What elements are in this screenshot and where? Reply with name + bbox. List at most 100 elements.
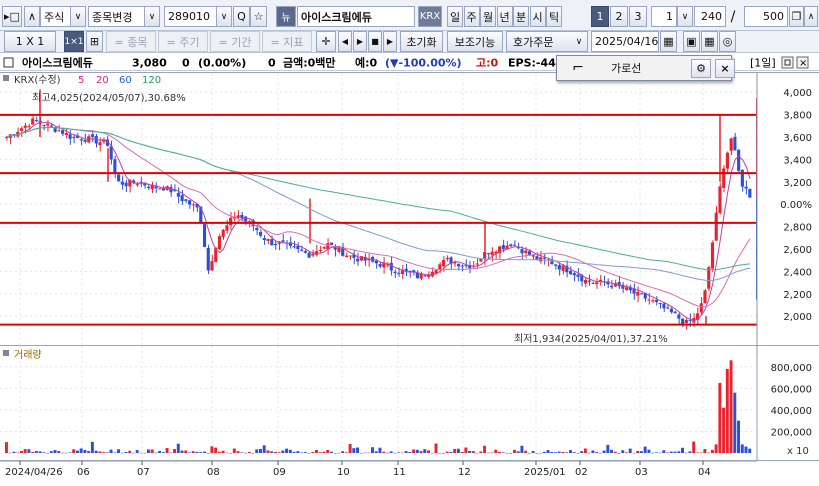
settings-icon[interactable]: ▦ bbox=[701, 31, 718, 52]
candle-body bbox=[714, 212, 718, 241]
candle-body bbox=[307, 252, 311, 258]
candle-body bbox=[441, 260, 446, 267]
period-tab[interactable]: 년 bbox=[496, 6, 513, 27]
max-count-input[interactable]: 500 bbox=[744, 6, 788, 27]
date-value: 2025/04/16 bbox=[595, 35, 659, 48]
candle-body bbox=[460, 265, 464, 267]
news-button[interactable]: 뉴 bbox=[276, 6, 296, 27]
price-panel[interactable]: 3,7983,2782,8331,9253,080 4,0003,8003,60… bbox=[0, 72, 819, 345]
volume-bar bbox=[606, 444, 610, 453]
unit-button[interactable]: 1 bbox=[591, 6, 609, 27]
prev-icon[interactable]: ◀ bbox=[338, 31, 352, 52]
window-icon[interactable]: ❐ bbox=[789, 6, 804, 27]
checkbox[interactable] bbox=[3, 57, 14, 68]
search-icon[interactable]: Q bbox=[233, 6, 250, 27]
next-icon[interactable]: ▶ bbox=[383, 31, 397, 52]
volume-bar bbox=[371, 447, 374, 453]
legend-toggle[interactable] bbox=[3, 75, 9, 81]
legend-ma-20: 20 bbox=[96, 75, 109, 86]
period-tab[interactable]: 주 bbox=[463, 6, 480, 27]
yesterday-pct: (▼-100.00%) bbox=[385, 57, 462, 70]
chevron-down-icon[interactable]: ∨ bbox=[70, 6, 86, 27]
volume-chart[interactable]: 800,000 600,000 400,000 200,000 거래량 x 10 bbox=[0, 346, 819, 461]
date-input[interactable]: 2025/04/16 bbox=[591, 31, 659, 52]
unit-button[interactable]: 3 bbox=[629, 6, 647, 27]
candle-body bbox=[733, 136, 737, 151]
calendar-icon[interactable]: ▦ bbox=[660, 31, 677, 52]
stop-icon-label: ■ bbox=[371, 37, 379, 46]
y-tick-label: 3,600 bbox=[783, 133, 812, 144]
period-tab-label: 일 bbox=[449, 10, 461, 24]
market-badge[interactable]: KRX bbox=[418, 6, 442, 27]
candle-body bbox=[184, 199, 188, 201]
group-toggle-button[interactable]: = 종목 bbox=[106, 31, 156, 52]
volume-bar bbox=[725, 368, 729, 453]
candle-body bbox=[572, 273, 576, 276]
candle-body bbox=[550, 261, 554, 265]
collapse-button[interactable]: ∧ bbox=[24, 6, 40, 27]
period-tab[interactable]: 분 bbox=[513, 6, 529, 27]
market-type-value: 주식 bbox=[44, 10, 65, 24]
grid-icon[interactable]: ⊞ bbox=[86, 31, 103, 52]
star-icon[interactable]: ☆ bbox=[250, 6, 267, 27]
count-input[interactable]: 240 bbox=[694, 6, 726, 27]
volume-bar bbox=[695, 452, 699, 454]
volume-bar bbox=[165, 448, 169, 453]
volume-bar bbox=[524, 450, 528, 453]
move-icon[interactable]: ✛ bbox=[316, 31, 336, 52]
candle-body bbox=[270, 239, 274, 246]
group-toggle-button[interactable]: = 기간 bbox=[210, 31, 260, 52]
chevron-down-icon[interactable]: ∨ bbox=[572, 31, 586, 52]
volume-bar bbox=[666, 452, 670, 453]
refresh-icon[interactable]: ◎ bbox=[719, 31, 736, 52]
volume-bar bbox=[161, 452, 165, 453]
volume-bar bbox=[352, 448, 356, 453]
candle-body bbox=[725, 152, 729, 169]
close-icon[interactable]: × bbox=[715, 58, 735, 78]
group-toggle-button[interactable]: = 주기 bbox=[158, 31, 208, 52]
unit-button[interactable]: 2 bbox=[610, 6, 628, 27]
x-tick-label: 10 bbox=[337, 467, 350, 478]
layout-1x1-button[interactable]: 1×1 bbox=[64, 31, 84, 52]
candle-body bbox=[479, 259, 483, 262]
candle-body bbox=[72, 136, 76, 138]
candle-body bbox=[46, 123, 50, 126]
period-tab[interactable]: 틱 bbox=[546, 6, 562, 27]
aux-function-button[interactable]: 보조기능 bbox=[447, 31, 503, 52]
unit-input[interactable]: 1 bbox=[651, 6, 677, 27]
layout-button[interactable]: 1 X 1 bbox=[4, 31, 56, 52]
group-toggle-button[interactable]: = 지표 bbox=[262, 31, 312, 52]
period-tab[interactable]: 일 bbox=[447, 6, 463, 27]
volume-axis: 800,000 600,000 400,000 200,000 bbox=[756, 346, 812, 461]
candle-body bbox=[688, 320, 692, 322]
chevron-down-icon[interactable]: ∨ bbox=[216, 6, 232, 27]
search-glyph: Q bbox=[237, 10, 246, 23]
volume-panel[interactable]: 800,000 600,000 400,000 200,000 거래량 x 10 bbox=[0, 345, 819, 461]
play-icon[interactable]: ▶ bbox=[353, 31, 367, 52]
volume-bar bbox=[139, 452, 143, 454]
restore-icon[interactable] bbox=[781, 56, 794, 69]
drag-handle-icon[interactable]: ⌐ bbox=[567, 57, 589, 79]
volume-bar bbox=[64, 452, 68, 454]
volume-bar bbox=[273, 451, 277, 453]
chevron-down-icon[interactable]: ∨ bbox=[144, 6, 160, 27]
reset-button[interactable]: 초기화 bbox=[400, 31, 443, 52]
stop-icon[interactable]: ■ bbox=[368, 31, 382, 52]
period-tab[interactable]: 시 bbox=[529, 6, 546, 27]
volume-legend-toggle[interactable] bbox=[3, 350, 9, 356]
period-tab[interactable]: 월 bbox=[480, 6, 496, 27]
settings-icon[interactable]: ⚙ bbox=[691, 58, 711, 78]
chevron-up-icon[interactable]: ∧ bbox=[804, 6, 818, 27]
volume-bar bbox=[729, 360, 733, 453]
x-axis: 2024/04/26 06 07 08 09 10 11 12 2025/01 02 03 04 bbox=[0, 460, 819, 482]
candle-body bbox=[423, 275, 427, 277]
menu-button[interactable]: ▸□ bbox=[2, 6, 22, 27]
volume-bar bbox=[102, 452, 106, 453]
candle-body bbox=[27, 126, 31, 128]
candle-body bbox=[382, 263, 386, 268]
price-chart[interactable]: 3,7983,2782,8331,9253,080 4,0003,8003,60… bbox=[0, 73, 819, 345]
capture-icon[interactable]: ▣ bbox=[683, 31, 700, 52]
volume-bar bbox=[621, 450, 625, 453]
chevron-down-icon[interactable]: ∨ bbox=[677, 6, 693, 27]
market-badge-label: KRX bbox=[419, 11, 441, 22]
